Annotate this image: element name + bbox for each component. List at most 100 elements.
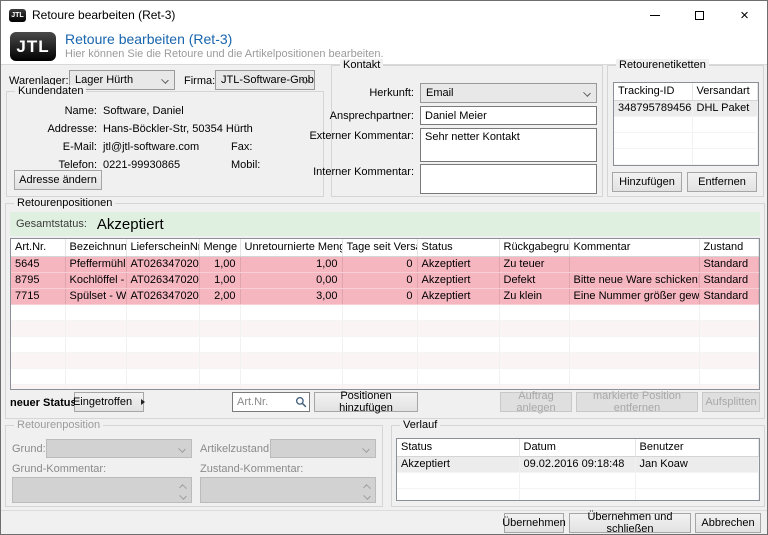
zustand-kommentar-label: Zustand-Kommentar: (200, 463, 303, 476)
column-header[interactable]: Tracking-ID (614, 83, 692, 100)
jtl-logo: JTL (10, 32, 56, 61)
grund-kommentar-textarea (12, 477, 192, 503)
column-header[interactable]: Menge (199, 239, 240, 256)
verlauf-table: StatusDatumBenutzerAkzeptiert09.02.2016 … (396, 438, 760, 501)
retourenposition-group: Retourenposition Grund: Artikelzustand: … (5, 425, 383, 507)
column-header[interactable]: Kommentar (569, 239, 699, 256)
email-value: jtl@jtl-software.com (103, 141, 231, 153)
empty-row (614, 116, 758, 132)
column-header[interactable]: Benutzer (635, 439, 759, 456)
email-label: E-Mail: (13, 141, 97, 153)
name-value: Software, Daniel (103, 105, 184, 117)
retoure-bearbeiten-window: JTL Retoure bearbeiten (Ret-3) × JTL Ret… (0, 0, 768, 535)
column-header[interactable]: Status (417, 239, 499, 256)
kontakt-group-label: Kontakt (340, 59, 383, 71)
adresse-value: Hans-Böckler-Str, 50354 Hürth (103, 123, 253, 135)
column-header[interactable]: Bezeichnung (65, 239, 126, 256)
retourenetiketten-group-label: Retourenetiketten (616, 59, 709, 71)
spinner-up-icon (179, 484, 187, 492)
telefon-value: 0221-99930865 (103, 159, 231, 171)
page-subtitle: Hier können Sie die Retoure und die Arti… (65, 48, 384, 60)
verlauf-group: Verlauf StatusDatumBenutzerAkzeptiert09.… (391, 425, 765, 507)
artnr-search (232, 392, 310, 412)
maximize-icon (695, 11, 704, 20)
column-header[interactable]: LieferscheinNr. (126, 239, 199, 256)
retourenpositionen-group-label: Retourenpositionen (14, 197, 115, 209)
name-label: Name: (13, 105, 97, 117)
table-row[interactable]: 34879578945684DHL Paket (614, 100, 758, 116)
empty-row (11, 352, 759, 368)
firma-label: Firma: (184, 75, 215, 88)
empty-row (11, 304, 759, 320)
chevron-down-icon (362, 445, 370, 453)
gesamtstatus-bar: Gesamtstatus: Akzeptiert (10, 212, 760, 236)
adresse-aendern-button[interactable]: Adresse ändern (14, 170, 102, 190)
positionen-hinzufuegen-button[interactable]: Positionen hinzufügen (314, 392, 418, 412)
column-header[interactable]: Rückgabegrund (499, 239, 569, 256)
externer-kommentar-label: Externer Kommentar: (309, 130, 414, 143)
auftrag-anlegen-button: Auftrag anlegen (500, 392, 572, 412)
externer-kommentar-textarea[interactable]: Sehr netter Kontakt (420, 128, 597, 162)
empty-row (397, 472, 759, 488)
grund-kommentar-label: Grund-Kommentar: (12, 463, 106, 476)
column-header[interactable]: Art.Nr. (11, 239, 65, 256)
app-icon: JTL (9, 9, 26, 22)
column-header[interactable]: Status (397, 439, 519, 456)
table-row[interactable]: 5645Pfeffermühle ...AT026347020...1,001,… (11, 256, 759, 272)
fax-label: Fax: (231, 141, 252, 153)
column-header[interactable]: Unretournierte Menge (240, 239, 342, 256)
table-row[interactable]: 7715Spülset - Win...AT026347020...2,003,… (11, 288, 759, 304)
retourenetiketten-group: Retourenetiketten Tracking-IDVersandart3… (607, 65, 764, 197)
minimize-icon (650, 15, 660, 16)
adresse-label: Addresse: (13, 123, 97, 135)
gesamtstatus-value: Akzeptiert (97, 216, 164, 233)
interner-kommentar-textarea[interactable] (420, 164, 597, 194)
neuer-status-button[interactable]: Eingetroffen (74, 392, 144, 412)
empty-row (614, 132, 758, 148)
uebernehmen-button[interactable]: Übernehmen (504, 513, 564, 533)
grund-label: Grund: (12, 443, 46, 456)
column-header[interactable]: Datum (519, 439, 635, 456)
minimize-button[interactable] (632, 1, 677, 29)
submenu-arrow-icon (141, 399, 145, 405)
etikett-hinzufuegen-button[interactable]: Hinzufügen (612, 172, 682, 192)
column-header[interactable]: Tage seit Versand (342, 239, 417, 256)
spinner-down-icon (179, 492, 187, 500)
empty-row (397, 488, 759, 501)
window-title: Retoure bearbeiten (Ret-3) (32, 8, 175, 22)
table-row[interactable]: 8795Kochlöffel - E...AT026347020...1,000… (11, 272, 759, 288)
titlebar[interactable]: JTL Retoure bearbeiten (Ret-3) × (1, 1, 767, 29)
empty-row (11, 336, 759, 352)
interner-kommentar-label: Interner Kommentar: (313, 166, 414, 179)
close-button[interactable]: × (722, 1, 767, 29)
retourenposition-group-label: Retourenposition (14, 419, 103, 431)
mobil-label: Mobil: (231, 159, 260, 171)
uebernehmen-und-schliessen-button[interactable]: Übernehmen und schließen (569, 513, 691, 533)
artikelzustand-select (270, 439, 376, 458)
etikett-entfernen-button[interactable]: Entfernen (687, 172, 757, 192)
herkunft-select[interactable]: Email (420, 83, 597, 103)
empty-row (614, 148, 758, 164)
abbrechen-button[interactable]: Abbrechen (695, 513, 761, 533)
maximize-button[interactable] (677, 1, 722, 29)
chevron-down-icon (178, 445, 186, 453)
firma-select[interactable]: JTL-Software-GmbH (215, 70, 315, 90)
search-icon (295, 396, 307, 408)
kunden-email-row: E-Mail: jtl@jtl-software.com Fax: (13, 138, 266, 156)
chevron-down-icon (583, 89, 591, 97)
ansprechpartner-label: Ansprechpartner: (330, 110, 414, 123)
ansprechpartner-input[interactable] (420, 106, 597, 125)
column-header[interactable]: Versandart (692, 83, 758, 100)
spinner-up-icon (363, 484, 371, 492)
table-row[interactable]: Akzeptiert09.02.2016 09:18:48Jan Koaw (397, 456, 759, 472)
aufsplitten-button: Aufsplitten (702, 392, 760, 412)
neuer-status-label: neuer Status: (10, 397, 80, 410)
etiketten-table: Tracking-IDVersandart34879578945684DHL P… (613, 82, 759, 166)
verlauf-group-label: Verlauf (400, 419, 440, 431)
herkunft-label: Herkunft: (369, 87, 414, 100)
grund-select (46, 439, 192, 458)
artikelzustand-label: Artikelzustand: (200, 443, 272, 456)
kundendaten-group: Kundendaten Name: Software, Daniel Addre… (6, 91, 324, 197)
gesamtstatus-label: Gesamtstatus: (16, 218, 87, 230)
column-header[interactable]: Zustand (699, 239, 759, 256)
